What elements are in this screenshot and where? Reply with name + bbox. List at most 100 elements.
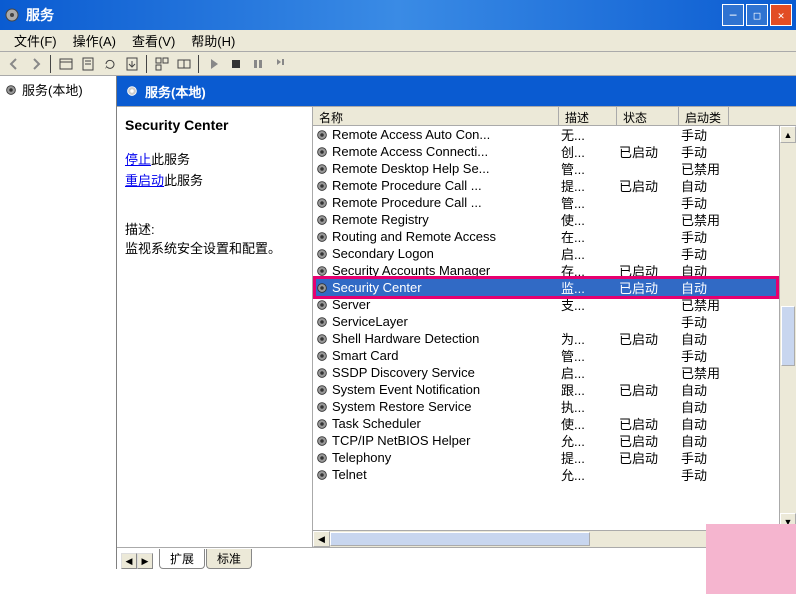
service-row[interactable]: Secondary Logon启...手动 xyxy=(313,245,796,262)
restart-service-button[interactable] xyxy=(270,54,290,74)
service-row[interactable]: System Event Notification跟...已启动自动 xyxy=(313,381,796,398)
service-row[interactable]: Telnet允...手动 xyxy=(313,466,796,483)
properties-button[interactable] xyxy=(78,54,98,74)
cell-name: Security Center xyxy=(313,280,559,295)
back-button[interactable] xyxy=(4,54,24,74)
toolbar xyxy=(0,52,796,76)
service-row[interactable]: Security Center监...已启动自动 xyxy=(313,279,796,296)
restart-link[interactable]: 重启动 xyxy=(125,173,164,188)
cell-name: Remote Desktop Help Se... xyxy=(313,161,559,176)
tab-scroll-right[interactable]: ▶ xyxy=(137,553,153,569)
menu-action[interactable]: 操作(A) xyxy=(65,29,124,52)
service-row[interactable]: Security Accounts Manager存...已启动自动 xyxy=(313,262,796,279)
forward-button[interactable] xyxy=(26,54,46,74)
tab-scroll-left[interactable]: ◀ xyxy=(121,553,137,569)
maximize-button[interactable]: □ xyxy=(746,4,768,26)
cell-status: 已启动 xyxy=(617,278,679,297)
cell-name: Smart Card xyxy=(313,348,559,363)
service-row[interactable]: Remote Procedure Call ...提...已启动自动 xyxy=(313,177,796,194)
service-row[interactable]: Smart Card管...手动 xyxy=(313,347,796,364)
menu-help[interactable]: 帮助(H) xyxy=(183,29,243,52)
menu-view[interactable]: 查看(V) xyxy=(124,29,183,52)
cell-status: 已启动 xyxy=(617,176,679,195)
watermark-overlay xyxy=(706,524,796,594)
stop-link[interactable]: 停止 xyxy=(125,152,151,167)
toolbar-btn-2[interactable] xyxy=(152,54,172,74)
service-row[interactable]: Shell Hardware Detection为...已启动自动 xyxy=(313,330,796,347)
cell-start: 手动 xyxy=(679,465,729,484)
services-icon xyxy=(4,7,20,23)
service-row[interactable]: Remote Procedure Call ...管...手动 xyxy=(313,194,796,211)
cell-name: System Event Notification xyxy=(313,382,559,397)
start-service-button[interactable] xyxy=(204,54,224,74)
service-row[interactable]: Telephony提...已启动手动 xyxy=(313,449,796,466)
service-row[interactable]: Task Scheduler使...已启动自动 xyxy=(313,415,796,432)
cell-name: Remote Registry xyxy=(313,212,559,227)
pause-service-button[interactable] xyxy=(248,54,268,74)
service-row[interactable]: SSDP Discovery Service启...已禁用 xyxy=(313,364,796,381)
cell-name: SSDP Discovery Service xyxy=(313,365,559,380)
selected-service-name: Security Center xyxy=(125,117,304,133)
service-row[interactable]: Remote Access Auto Con...无...手动 xyxy=(313,126,796,143)
cell-name: Secondary Logon xyxy=(313,246,559,261)
col-name[interactable]: 名称 xyxy=(313,107,559,125)
service-row[interactable]: Routing and Remote Access在...手动 xyxy=(313,228,796,245)
toolbar-btn-1[interactable] xyxy=(56,54,76,74)
cell-name: Telephony xyxy=(313,450,559,465)
scroll-thumb[interactable] xyxy=(781,306,795,366)
service-row[interactable]: Remote Access Connecti...创...已启动手动 xyxy=(313,143,796,160)
tree-root-label: 服务(本地) xyxy=(22,80,83,99)
list-header: 名称 描述 状态 启动类 xyxy=(313,107,796,126)
cell-status: 已启动 xyxy=(617,448,679,467)
menubar: 文件(F) 操作(A) 查看(V) 帮助(H) xyxy=(0,30,796,52)
description-text: 监视系统安全设置和配置。 xyxy=(125,238,304,257)
minimize-button[interactable]: ─ xyxy=(722,4,744,26)
detail-pane: Security Center 停止此服务 重启动此服务 描述: 监视系统安全设… xyxy=(117,107,312,547)
service-row[interactable]: System Restore Service执...自动 xyxy=(313,398,796,415)
tab-extended[interactable]: 扩展 xyxy=(159,549,205,569)
close-button[interactable]: ✕ xyxy=(770,4,792,26)
service-row[interactable]: Remote Registry使...已禁用 xyxy=(313,211,796,228)
stop-service-button[interactable] xyxy=(226,54,246,74)
service-list: 名称 描述 状态 启动类 Remote Access Auto Con...无.… xyxy=(312,107,796,547)
col-status[interactable]: 状态 xyxy=(617,107,679,125)
cell-name: ServiceLayer xyxy=(313,314,559,329)
col-start[interactable]: 启动类 xyxy=(679,107,729,125)
service-row[interactable]: TCP/IP NetBIOS Helper允...已启动自动 xyxy=(313,432,796,449)
cell-name: Server xyxy=(313,297,559,312)
service-row[interactable]: ServiceLayer手动 xyxy=(313,313,796,330)
scroll-up-icon[interactable]: ▲ xyxy=(780,126,796,143)
service-row[interactable]: Remote Desktop Help Se...管...已禁用 xyxy=(313,160,796,177)
cell-name: Task Scheduler xyxy=(313,416,559,431)
description-label: 描述: xyxy=(125,219,304,238)
tab-bar: ◀ ▶ 扩展 标准 xyxy=(117,547,796,569)
tree-pane: 服务(本地) xyxy=(0,76,117,569)
cell-name: TCP/IP NetBIOS Helper xyxy=(313,433,559,448)
service-row[interactable]: Server支...已禁用 xyxy=(313,296,796,313)
col-desc[interactable]: 描述 xyxy=(559,107,617,125)
titlebar: 服务 ─ □ ✕ xyxy=(0,0,796,30)
scroll-thumb-h[interactable] xyxy=(330,532,590,546)
cell-status: 已启动 xyxy=(617,142,679,161)
cell-name: Security Accounts Manager xyxy=(313,263,559,278)
cell-name: Shell Hardware Detection xyxy=(313,331,559,346)
vertical-scrollbar[interactable]: ▲ ▼ xyxy=(779,126,796,530)
tree-root-services[interactable]: 服务(本地) xyxy=(2,78,114,101)
export-button[interactable] xyxy=(122,54,142,74)
pane-title: 服务(本地) xyxy=(117,76,796,106)
tab-standard[interactable]: 标准 xyxy=(206,549,252,569)
cell-status: 已启动 xyxy=(617,380,679,399)
cell-name: Remote Procedure Call ... xyxy=(313,178,559,193)
cell-name: Telnet xyxy=(313,467,559,482)
scroll-left-icon[interactable]: ◀ xyxy=(313,531,330,547)
toolbar-btn-3[interactable] xyxy=(174,54,194,74)
cell-desc: 支... xyxy=(559,295,617,314)
cell-name: Remote Procedure Call ... xyxy=(313,195,559,210)
cell-name: Remote Access Connecti... xyxy=(313,144,559,159)
gear-icon xyxy=(4,83,18,97)
cell-status: 已启动 xyxy=(617,329,679,348)
window-title: 服务 xyxy=(26,5,722,25)
menu-file[interactable]: 文件(F) xyxy=(6,29,65,52)
cell-name: Routing and Remote Access xyxy=(313,229,559,244)
refresh-button[interactable] xyxy=(100,54,120,74)
